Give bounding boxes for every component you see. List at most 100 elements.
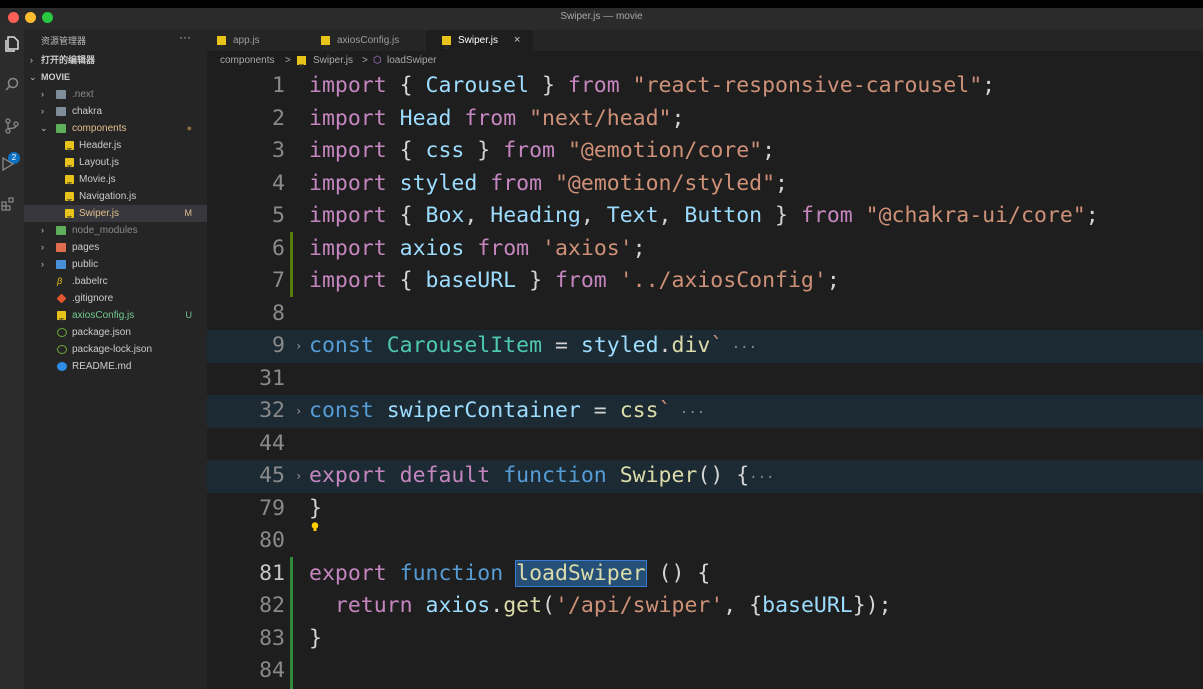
breadcrumb-folder[interactable]: components bbox=[220, 51, 274, 70]
folder-icon bbox=[56, 107, 66, 116]
code-token: ` bbox=[710, 333, 724, 358]
tree-item-package-json[interactable]: package.json bbox=[24, 324, 207, 341]
folder-icon bbox=[56, 124, 66, 133]
js-file-icon bbox=[65, 158, 74, 177]
search-icon[interactable] bbox=[0, 72, 24, 96]
code-line[interactable]: 8 bbox=[207, 298, 1203, 331]
code-token: export bbox=[309, 560, 387, 586]
close-tab-button[interactable]: × bbox=[514, 30, 520, 51]
run-debug-icon[interactable] bbox=[0, 152, 20, 176]
line-number: 7 bbox=[272, 268, 285, 293]
tree-item-navigation-js[interactable]: Navigation.js bbox=[24, 188, 207, 211]
code-line[interactable]: 5 import { Box, Heading, Text, Button } f… bbox=[207, 200, 1203, 233]
code-token: import bbox=[309, 235, 387, 261]
code-token: = bbox=[580, 398, 620, 423]
code-line[interactable]: 2 import Head from "next/head"; bbox=[207, 103, 1203, 136]
js-file-icon bbox=[65, 141, 74, 160]
tree-item-next[interactable]: › .next bbox=[24, 86, 207, 103]
code-line[interactable]: 4 import styled from "@emotion/styled"; bbox=[207, 168, 1203, 201]
code-text: import { Box, Heading, Text, Button } fr… bbox=[309, 200, 1099, 233]
code-line[interactable]: 3 import { css } from "@emotion/core"; bbox=[207, 135, 1203, 168]
tree-item-chakra[interactable]: › chakra bbox=[24, 103, 207, 120]
symbol-method-icon: ⬡ bbox=[373, 55, 382, 66]
code-token: from bbox=[800, 203, 853, 228]
fold-chevron-icon[interactable]: › bbox=[295, 460, 302, 493]
tree-item-movie-js[interactable]: Movie.js bbox=[24, 171, 207, 194]
code-token: } bbox=[309, 625, 322, 651]
tree-item-gitignore[interactable]: .gitignore bbox=[24, 290, 207, 307]
code-text: import { Carousel } from "react-responsi… bbox=[309, 70, 995, 103]
code-token: Text bbox=[606, 203, 659, 228]
code-token: } bbox=[529, 73, 568, 98]
code-token: () { bbox=[697, 463, 750, 488]
code-token: { bbox=[386, 73, 426, 98]
tree-item-axiosconfig-js[interactable]: axiosConfig.js U bbox=[24, 307, 207, 330]
code-text: return axios.get('/api/swiper', {baseURL… bbox=[309, 590, 892, 623]
code-token: css bbox=[619, 398, 659, 423]
code-token: from bbox=[567, 73, 620, 98]
tree-item-package-lock-json[interactable]: package-lock.json bbox=[24, 341, 207, 358]
files-icon[interactable] bbox=[0, 32, 24, 56]
breadcrumb-file[interactable]: Swiper.js bbox=[313, 51, 353, 70]
code-line[interactable]: 1 import { Carousel } from "react-respons… bbox=[207, 70, 1203, 103]
tab-app-js[interactable]: app.js bbox=[207, 30, 308, 59]
code-token: return bbox=[309, 593, 413, 618]
code-line[interactable]: 6 import axios from 'axios'; bbox=[207, 233, 1203, 266]
breadcrumb-symbol[interactable]: loadSwiper bbox=[387, 51, 436, 70]
npm-icon bbox=[57, 345, 67, 354]
code-token: , bbox=[658, 203, 685, 228]
tab-axiosconfig-js[interactable]: axiosConfig.js bbox=[308, 30, 426, 59]
code-line[interactable]: 82 return axios.get('/api/swiper', {base… bbox=[207, 590, 1203, 623]
code-token: ` bbox=[658, 398, 672, 423]
code-token: import bbox=[309, 203, 387, 228]
breadcrumb: components > Swiper.js > ⬡ loadSwiper bbox=[207, 51, 1203, 77]
tree-item-components[interactable]: ⌄ components ● bbox=[24, 120, 207, 137]
code-line[interactable]: 32 › const swiperContainer = css` ··· bbox=[207, 395, 1203, 428]
code-line[interactable]: 31 bbox=[207, 363, 1203, 396]
tab-swiper-js[interactable]: Swiper.js × bbox=[426, 30, 533, 59]
chevron-down-icon: ⌄ bbox=[40, 123, 48, 133]
explorer-header: 资源管理器 bbox=[41, 36, 87, 46]
code-line[interactable]: 84 bbox=[207, 655, 1203, 688]
code-line[interactable]: 79} bbox=[207, 493, 1203, 526]
folder-icon bbox=[56, 260, 66, 269]
fold-chevron-icon[interactable]: › bbox=[295, 395, 302, 428]
code-token: . bbox=[658, 333, 672, 358]
extensions-icon[interactable] bbox=[0, 192, 20, 216]
source-control-icon[interactable] bbox=[0, 114, 24, 138]
code-line[interactable]: 80 bbox=[207, 525, 1203, 558]
tree-item-swiper-js[interactable]: Swiper.js M bbox=[24, 205, 207, 228]
code-line[interactable]: 81 export function loadSwiper () { bbox=[207, 558, 1203, 591]
code-line[interactable]: 45 › export default function Swiper() {··· bbox=[207, 460, 1203, 493]
code-editor[interactable]: 1 import { Carousel } from "react-respons… bbox=[207, 70, 1203, 689]
tree-item-public[interactable]: › public bbox=[24, 256, 207, 273]
code-token: div bbox=[671, 333, 711, 358]
chevron-down-icon: ⌄ bbox=[29, 72, 37, 82]
open-editors-section[interactable]: › 打开的编辑器 bbox=[24, 52, 207, 69]
code-line[interactable]: 7 import { baseURL } from '../axiosConfig… bbox=[207, 265, 1203, 298]
tree-item-readme[interactable]: README.md bbox=[24, 358, 207, 375]
fold-chevron-icon[interactable]: › bbox=[295, 330, 302, 363]
code-line[interactable]: 9 › const CarouselItem = styled.div` ··· bbox=[207, 330, 1203, 363]
project-section[interactable]: ⌄ MOVIE bbox=[24, 69, 207, 86]
line-number: 4 bbox=[272, 170, 285, 196]
code-token: "@chakra-ui/core" bbox=[865, 203, 1086, 228]
code-token: get bbox=[503, 593, 543, 618]
chevron-right-icon: › bbox=[41, 259, 44, 269]
tree-item-layout-js[interactable]: Layout.js bbox=[24, 154, 207, 177]
tree-item-pages[interactable]: › pages bbox=[24, 239, 207, 256]
chevron-right-icon: › bbox=[30, 55, 33, 65]
tree-item-node-modules[interactable]: › node_modules bbox=[24, 222, 207, 239]
explorer-more-button[interactable]: ··· bbox=[179, 30, 191, 44]
code-token: ··· bbox=[723, 340, 758, 356]
code-line[interactable]: 83} bbox=[207, 623, 1203, 656]
code-token: . bbox=[490, 593, 504, 618]
tree-item-babelrc[interactable]: β .babelrc bbox=[24, 273, 207, 290]
code-line[interactable]: 44 bbox=[207, 428, 1203, 461]
tree-item-header-js[interactable]: Header.js bbox=[24, 137, 207, 160]
